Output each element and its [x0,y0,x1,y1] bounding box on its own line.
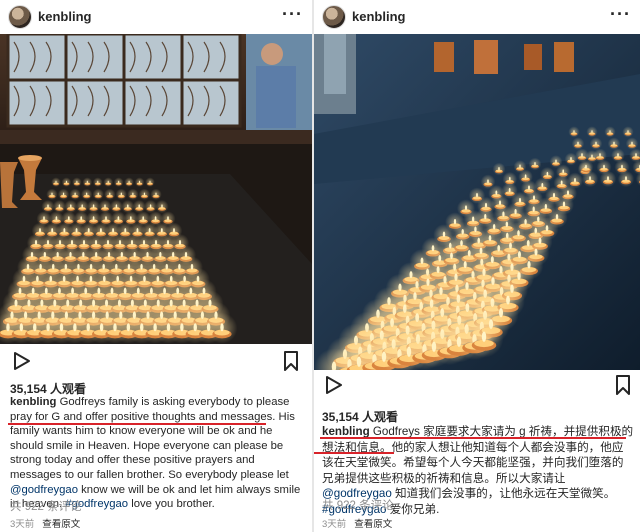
more-options-icon[interactable]: ··· [610,4,631,25]
see-original-link[interactable]: 查看原文 [354,519,392,530]
right-post: kenbling ··· 35,154 人观看 kenbling Godfrey… [314,0,640,532]
post-caption: kenbling Godfreys family is asking every… [10,395,306,512]
candles-photo [0,34,312,344]
left-post: kenbling ··· 35,154 人观看 kenbling Godfrey… [0,0,312,532]
window-lattice [6,34,312,134]
caption-end: love you brother. [128,498,215,511]
username[interactable]: kenbling [38,9,91,24]
avatar[interactable] [322,5,346,29]
avatar[interactable] [8,5,32,29]
caption-username[interactable]: kenbling [10,396,56,408]
caption-text: Godfreys family is asking everybody to p… [10,396,295,481]
post-header: kenbling ··· [314,0,640,34]
bookmark-icon[interactable] [280,350,302,372]
username[interactable]: kenbling [352,9,405,24]
time-text: 3天前 [10,519,35,530]
view-count: 35,154 人观看 [322,410,399,424]
play-icon[interactable] [10,350,32,372]
post-time: 3天前 查看原文 [322,516,392,530]
more-options-icon[interactable]: ··· [282,4,303,25]
highlight-underline [320,437,626,439]
caption-text-2: 知道我们会没事的，让他永远在天堂微笑。 [391,487,616,500]
highlight-underline [8,423,266,425]
see-original-link[interactable]: 查看原文 [42,519,80,530]
play-icon[interactable] [322,374,344,396]
caption-end: 爱你兄弟. [386,502,440,516]
comment-count[interactable]: 共 922 条评论 [322,497,394,513]
post-header: kenbling ··· [0,0,312,34]
post-photo[interactable] [0,34,312,344]
comment-count[interactable]: 共 922 条评论 [10,498,82,514]
action-bar [0,346,312,376]
post-time: 3天前 查看原文 [10,516,80,530]
post-photo[interactable] [314,34,640,370]
action-bar [314,346,640,395]
highlight-underline-2 [314,452,394,454]
bookmark-icon[interactable] [612,374,634,396]
time-text: 3天前 [322,519,347,530]
candles-photo [314,34,640,370]
caption-mention[interactable]: @godfreygao [10,484,78,496]
